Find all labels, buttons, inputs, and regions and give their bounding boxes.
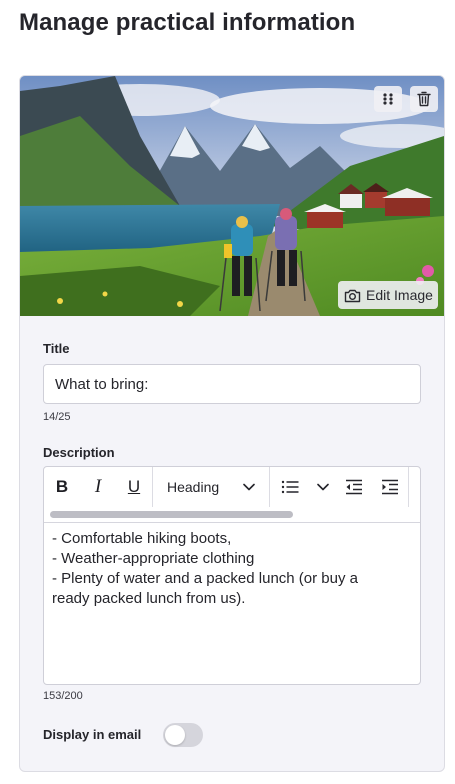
edit-image-label: Edit Image (366, 287, 433, 303)
heading-select-label: Heading (167, 479, 220, 495)
outdent-icon (346, 479, 362, 495)
landscape-illustration (20, 76, 444, 316)
list-type-dropdown[interactable] (310, 467, 336, 507)
chevron-down-icon (317, 483, 329, 491)
outdent-button[interactable] (336, 467, 372, 507)
title-input[interactable] (43, 364, 421, 404)
bulleted-list-button[interactable] (270, 467, 310, 507)
practical-info-card: Edit Image Title 14/25 Description B I U… (19, 75, 445, 772)
toggle-knob (165, 725, 185, 745)
italic-icon: I (94, 476, 102, 497)
bold-icon: B (55, 477, 69, 496)
bold-button[interactable]: B (44, 467, 80, 507)
description-line: - Comfortable hiking boots, (52, 530, 232, 547)
description-line: - Plenty of water and a packed lunch (or… (52, 570, 359, 587)
italic-button[interactable]: I (80, 467, 116, 507)
drag-handle-button[interactable] (374, 86, 402, 112)
underline-button[interactable]: U (116, 467, 152, 507)
description-label: Description (43, 445, 115, 460)
toolbar-scrollbar[interactable] (44, 508, 420, 522)
description-line: - Weather-appropriate clothing (52, 550, 255, 567)
delete-image-button[interactable] (410, 86, 438, 112)
indent-icon (382, 479, 398, 495)
page-title: Manage practical information (19, 9, 356, 36)
hero-image: Edit Image (20, 76, 444, 316)
description-text-area[interactable]: - Comfortable hiking boots, - Weather-ap… (52, 529, 414, 609)
toolbar-separator (408, 467, 409, 507)
title-label: Title (43, 341, 70, 356)
toolbar-scrollbar-thumb[interactable] (50, 511, 293, 518)
display-in-email-label: Display in email (43, 727, 142, 742)
toolbar-divider (44, 522, 420, 523)
underline-icon: U (127, 477, 141, 496)
description-char-counter: 153/200 (43, 690, 83, 702)
trash-icon (417, 91, 431, 107)
editor-toolbar: B I U Heading (44, 467, 420, 507)
drag-handle-icon (383, 93, 393, 105)
chevron-down-icon (243, 483, 255, 491)
heading-select[interactable]: Heading (153, 467, 269, 507)
display-in-email-toggle[interactable] (163, 723, 203, 747)
title-char-counter: 14/25 (43, 411, 71, 423)
camera-icon (344, 289, 361, 302)
bulleted-list-icon (281, 480, 299, 494)
edit-image-button[interactable]: Edit Image (338, 281, 438, 309)
description-editor: B I U Heading - Comfortable hiking boots… (43, 466, 421, 685)
indent-button[interactable] (372, 467, 408, 507)
description-line: ready packed lunch from us). (52, 590, 246, 607)
